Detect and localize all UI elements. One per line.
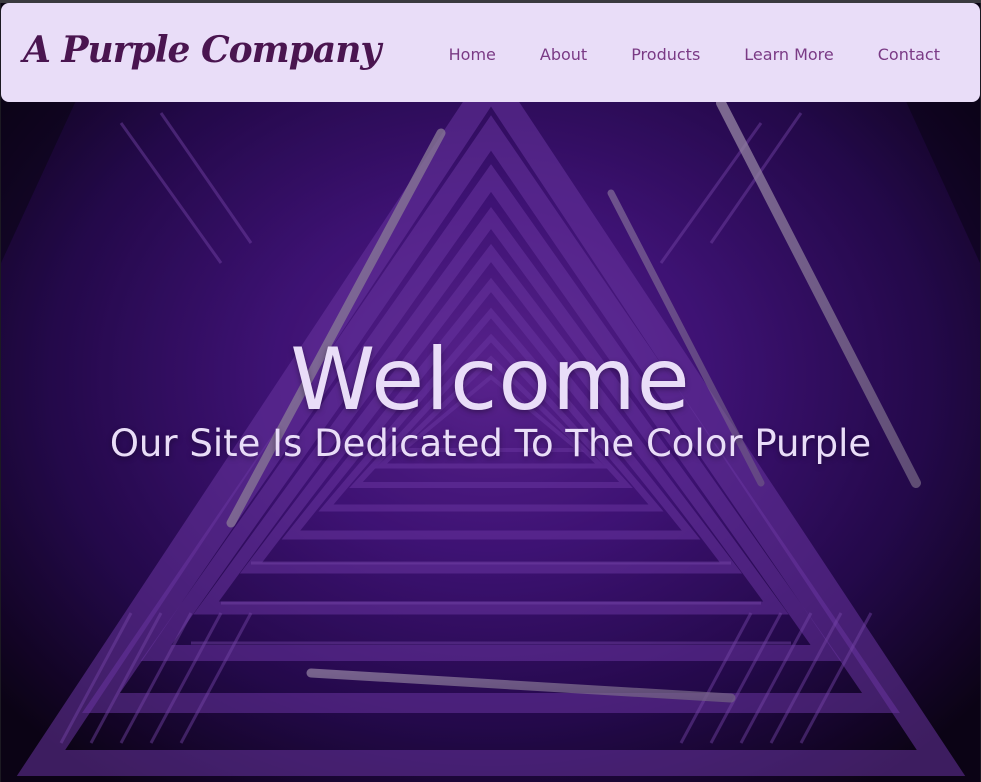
nav-item-about: About: [496, 45, 587, 64]
hero-text: Welcome Our Site Is Dedicated To The Col…: [1, 330, 980, 464]
hero-heading: Welcome: [290, 330, 691, 430]
hero-subheading: Our Site Is Dedicated To The Color Purpl…: [109, 422, 872, 465]
navbar: A Purple Company Home About Products Lea…: [1, 3, 980, 102]
nav-link-learn-more[interactable]: Learn More: [744, 45, 833, 64]
nav-item-products: Products: [587, 45, 700, 64]
page: A Purple Company Home About Products Lea…: [0, 0, 981, 782]
nav-list: Home About Products Learn More Contact: [405, 45, 940, 64]
brand-logo[interactable]: A Purple Company: [23, 29, 381, 71]
nav-link-about[interactable]: About: [540, 45, 587, 64]
nav-item-contact: Contact: [834, 45, 940, 64]
nav-item-home: Home: [405, 45, 496, 64]
nav-link-contact[interactable]: Contact: [878, 45, 940, 64]
nav-link-home[interactable]: Home: [449, 45, 496, 64]
nav-item-learn-more: Learn More: [700, 45, 833, 64]
nav-link-products[interactable]: Products: [631, 45, 700, 64]
